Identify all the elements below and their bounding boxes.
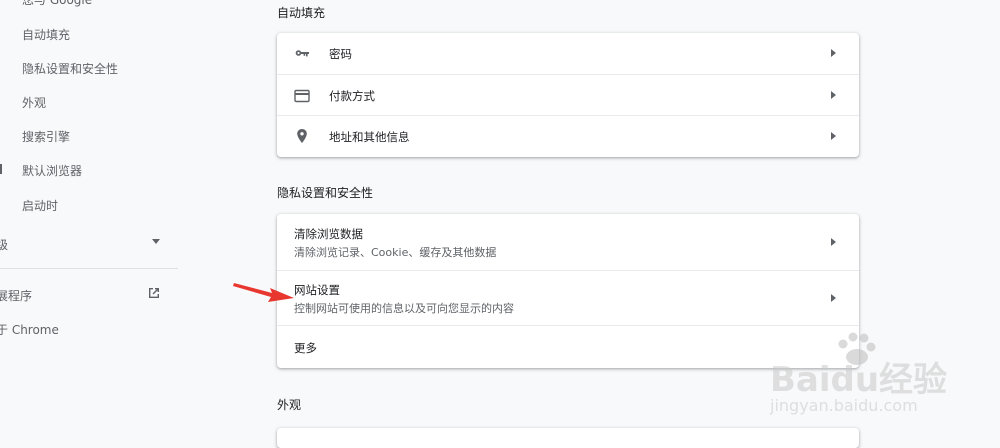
- autofill-row-payment-methods[interactable]: 付款方式: [277, 74, 859, 116]
- sidebar-item-appearance[interactable]: 外观: [22, 94, 46, 111]
- appearance-card: [277, 428, 859, 448]
- chevron-right-icon: [831, 49, 836, 57]
- row-label: 付款方式: [329, 89, 375, 103]
- sidebar-item-privacy[interactable]: 隐私设置和安全性: [22, 60, 118, 77]
- row-sublabel: 清除浏览记录、Cookie、缓存及其他数据: [294, 246, 497, 259]
- watermark-brand: Baidu经验: [770, 360, 948, 400]
- chevron-right-icon: [831, 132, 836, 140]
- row-label: 地址和其他信息: [329, 130, 410, 144]
- sidebar-item-search-engine[interactable]: 搜索引擎: [22, 128, 70, 145]
- open-in-new-icon[interactable]: [147, 286, 161, 300]
- sidebar-item-on-startup[interactable]: 启动时: [22, 197, 58, 214]
- row-label: 清除浏览数据: [294, 227, 363, 241]
- chevron-down-icon[interactable]: [152, 239, 160, 244]
- more-label: 更多: [294, 341, 317, 355]
- location-pin-icon: [297, 129, 307, 143]
- privacy-section-title: 隐私设置和安全性: [277, 186, 374, 200]
- privacy-row-clear-browsing-data[interactable]: 清除浏览数据 清除浏览记录、Cookie、缓存及其他数据: [277, 214, 859, 270]
- sidebar-item-default-browser[interactable]: 默认浏览器: [22, 162, 82, 179]
- baidu-watermark: Baidu经验 jingyan.baidu.com: [770, 322, 980, 422]
- row-sublabel: 控制网站可使用的信息以及可向您显示的内容: [294, 302, 514, 315]
- sidebar-item-you-and-google[interactable]: 您与 Google: [22, 0, 92, 8]
- key-icon: [295, 50, 309, 57]
- autofill-card: 密码 付款方式 地址和其他信息: [277, 33, 859, 157]
- autofill-section-title: 自动填充: [277, 6, 326, 20]
- row-label: 密码: [329, 47, 352, 61]
- credit-card-icon: [294, 89, 310, 103]
- chevron-right-icon: [831, 294, 836, 302]
- watermark-url: jingyan.baidu.com: [770, 396, 918, 415]
- annotation-arrow-icon: [233, 283, 294, 302]
- sidebar-item-autofill[interactable]: 自动填充: [22, 26, 70, 43]
- appearance-section-title: 外观: [277, 398, 302, 412]
- sidebar-divider: [0, 268, 178, 269]
- chevron-right-icon: [831, 91, 836, 99]
- sidebar-item-extensions[interactable]: 展程序: [0, 287, 32, 304]
- sidebar-active-indicator: [0, 164, 2, 174]
- privacy-row-site-settings[interactable]: 网站设置 控制网站可使用的信息以及可向您显示的内容: [277, 270, 859, 326]
- sidebar-item-about-chrome[interactable]: 于 Chrome: [0, 321, 59, 338]
- autofill-row-addresses[interactable]: 地址和其他信息: [277, 115, 859, 157]
- row-label: 网站设置: [294, 283, 340, 297]
- chevron-right-icon: [831, 238, 836, 246]
- sidebar: 您与 Google 自动填充 隐私设置和安全性 外观 搜索引擎 默认浏览器 启动…: [0, 0, 180, 437]
- autofill-row-passwords[interactable]: 密码: [277, 33, 859, 74]
- sidebar-item-advanced[interactable]: 级: [0, 236, 8, 253]
